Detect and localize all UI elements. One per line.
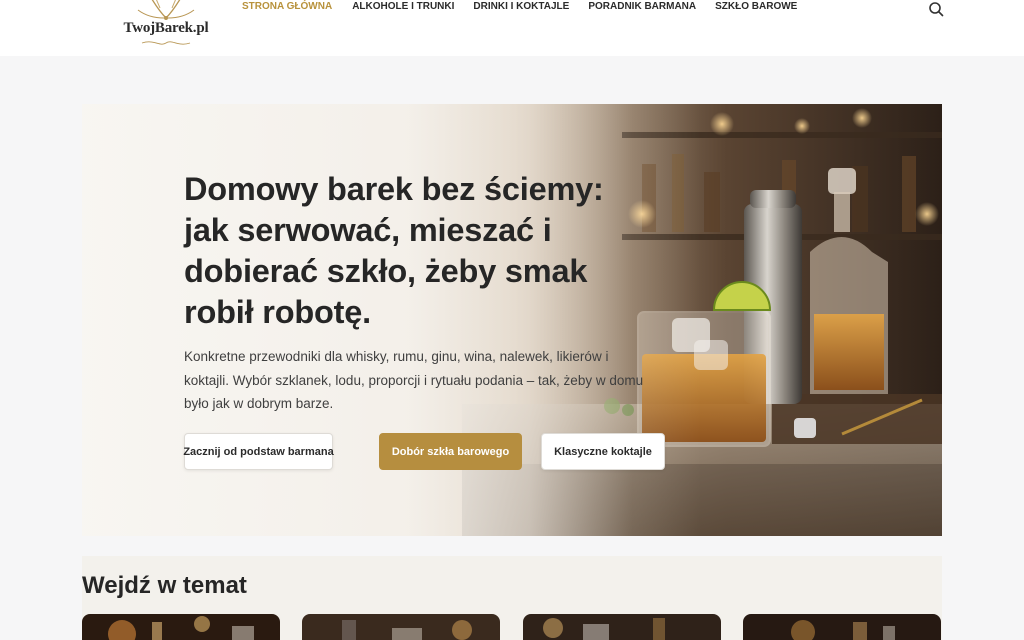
nav-item-strona-glowna[interactable]: STRONA GŁÓWNA	[242, 0, 332, 16]
search-button[interactable]	[927, 0, 945, 18]
site-logo[interactable]: TwojBarek.pl	[118, 0, 214, 52]
topic-card-image	[302, 614, 500, 640]
hero-title: Domowy barek bez ściemy: jak serwować, m…	[184, 171, 604, 330]
logo-text: TwojBarek.pl	[123, 20, 209, 36]
topic-card-image	[743, 614, 941, 640]
topic-card-image	[523, 614, 721, 640]
site-header: TwojBarek.pl STRONA GŁÓWNA ALKOHOLE I TR…	[0, 0, 1024, 56]
hero-banner: Domowy barek bez ściemy: jak serwować, m…	[82, 104, 942, 536]
hero-lead: Konkretne przewodniki dla whisky, rumu, …	[184, 349, 644, 411]
nav-item-szklo-barowe[interactable]: SZKŁO BAROWE	[715, 0, 797, 16]
nav-item-poradnik-barmana[interactable]: PORADNIK BARMANA	[588, 0, 696, 16]
topics-section: Wejdź w temat	[82, 556, 942, 640]
topic-card[interactable]	[523, 614, 721, 640]
main-navigation: STRONA GŁÓWNA ALKOHOLE I TRUNKI DRINKI I…	[242, 0, 797, 16]
start-basics-button[interactable]: Zacznij od podstaw barmana	[183, 433, 334, 470]
nav-item-alkohole-i-trunki[interactable]: ALKOHOLE I TRUNKI	[352, 0, 454, 16]
glassware-guide-button[interactable]: Dobór szkła barowego	[379, 433, 522, 470]
logo-flourish-icon	[141, 41, 191, 45]
topic-card[interactable]	[302, 614, 500, 640]
topics-title: Wejdź w temat	[82, 572, 247, 599]
topic-card-image	[82, 614, 280, 640]
topic-card[interactable]	[82, 614, 280, 640]
nav-item-drinki-i-koktajle[interactable]: DRINKI I KOKTAJLE	[473, 0, 569, 16]
logo-emblem-icon	[137, 0, 195, 20]
topic-card[interactable]	[743, 614, 941, 640]
search-icon	[929, 2, 944, 17]
classic-cocktails-button[interactable]: Klasyczne koktajle	[541, 433, 665, 470]
